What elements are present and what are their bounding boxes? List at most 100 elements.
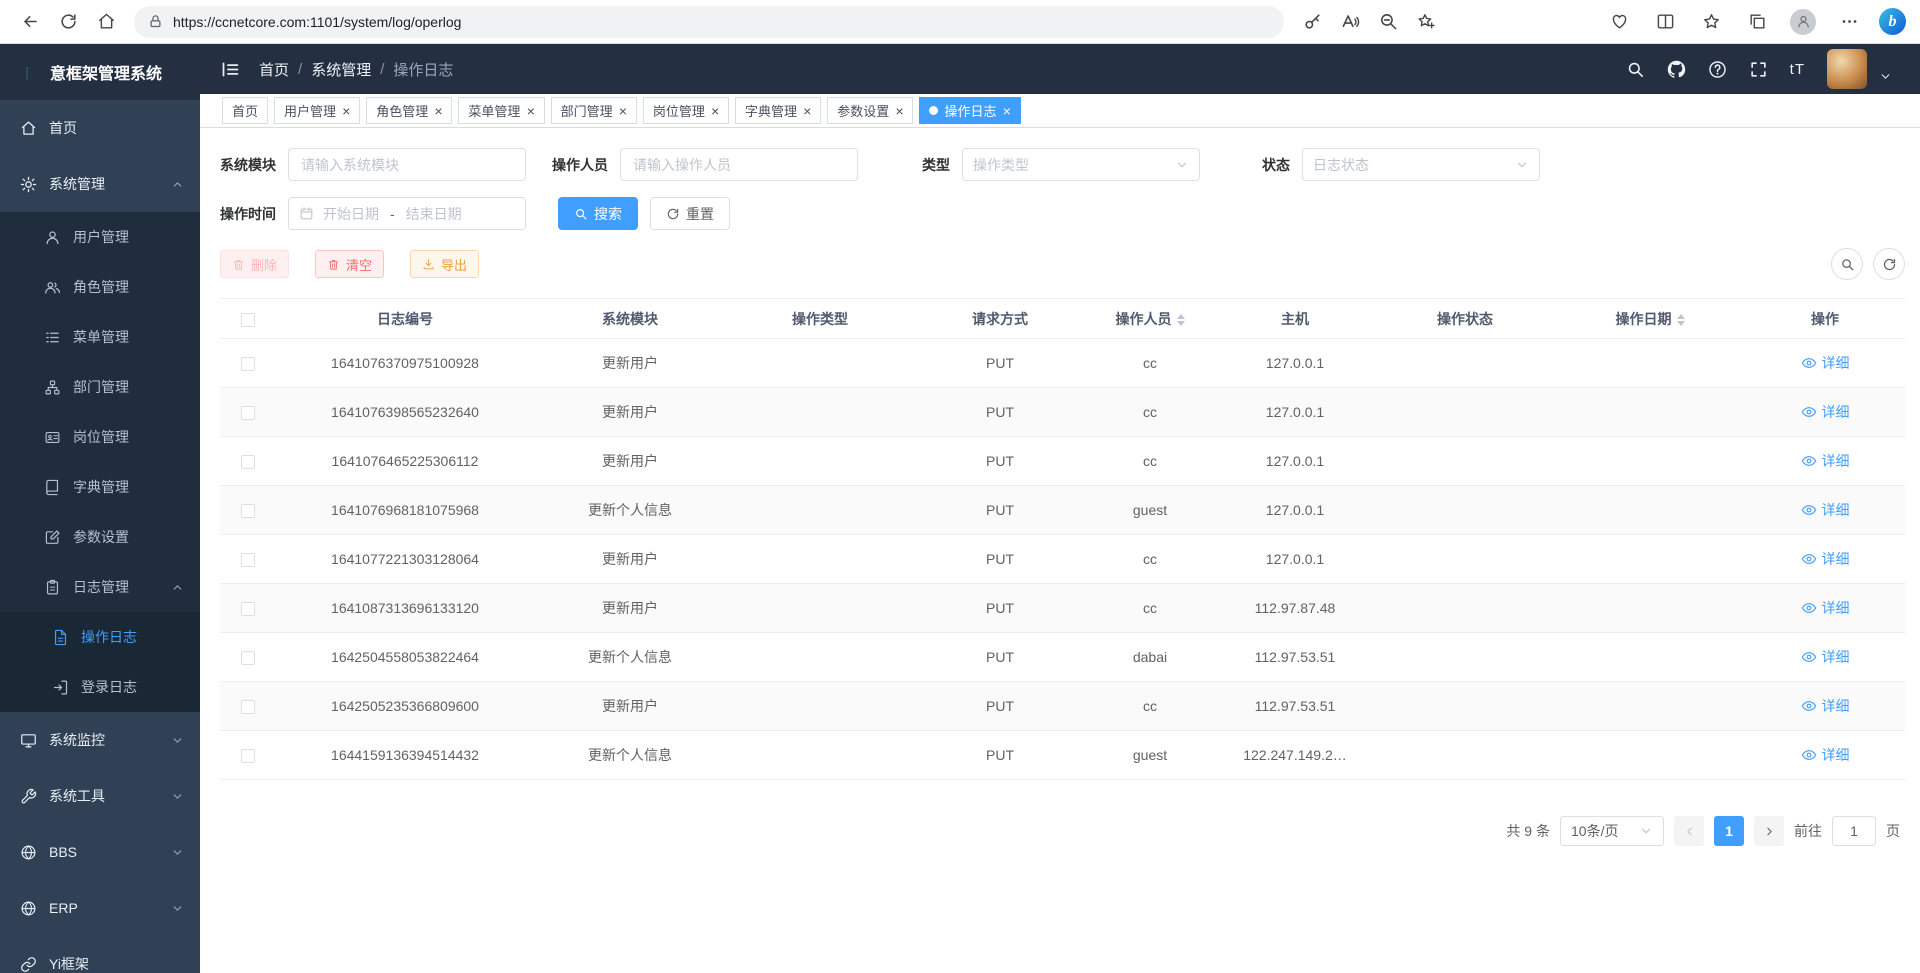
- col-date-sortable[interactable]: 操作日期: [1555, 299, 1745, 339]
- help-button[interactable]: [1708, 60, 1727, 79]
- tag-item[interactable]: 角色管理 ×: [366, 97, 452, 124]
- sidebar-item-menu-mgmt[interactable]: 菜单管理: [0, 312, 200, 362]
- detail-link[interactable]: 详细: [1801, 647, 1850, 667]
- sidebar-logo[interactable]: 意框架管理系统: [0, 44, 200, 100]
- row-checkbox[interactable]: [241, 749, 255, 763]
- tag-item[interactable]: 首页: [222, 97, 268, 124]
- detail-link[interactable]: 详细: [1801, 549, 1850, 569]
- tag-close-icon[interactable]: ×: [711, 104, 719, 118]
- detail-link[interactable]: 详细: [1801, 500, 1850, 520]
- tag-item[interactable]: 字典管理 ×: [735, 97, 821, 124]
- tag-close-icon[interactable]: ×: [619, 104, 627, 118]
- breadcrumb-system[interactable]: 系统管理: [311, 59, 371, 80]
- module-input[interactable]: [301, 157, 513, 173]
- toggle-search-button[interactable]: [1831, 248, 1863, 280]
- tag-close-icon[interactable]: ×: [1002, 104, 1010, 118]
- tag-close-icon[interactable]: ×: [434, 104, 442, 118]
- tag-item[interactable]: 参数设置 ×: [827, 97, 913, 124]
- zoom-out-button[interactable]: [1370, 4, 1406, 40]
- header-search-button[interactable]: [1626, 60, 1645, 79]
- clear-button[interactable]: 清空: [315, 250, 384, 278]
- export-button[interactable]: 导出: [410, 250, 479, 278]
- tag-item[interactable]: 岗位管理 ×: [643, 97, 729, 124]
- tag-close-icon[interactable]: ×: [526, 104, 534, 118]
- detail-link[interactable]: 详细: [1801, 402, 1850, 422]
- row-checkbox[interactable]: [241, 602, 255, 616]
- fullscreen-button[interactable]: [1749, 60, 1768, 79]
- select-all-checkbox[interactable]: [241, 313, 255, 327]
- split-screen-button[interactable]: [1649, 6, 1681, 38]
- sidebar-item-role-mgmt[interactable]: 角色管理: [0, 262, 200, 312]
- refresh-table-button[interactable]: [1873, 248, 1905, 280]
- sidebar-item-tools[interactable]: 系统工具: [0, 768, 200, 824]
- tag-close-icon[interactable]: ×: [803, 104, 811, 118]
- row-checkbox[interactable]: [241, 553, 255, 567]
- tag-close-icon[interactable]: ×: [895, 104, 903, 118]
- row-checkbox[interactable]: [241, 455, 255, 469]
- sidebar-item-dict-mgmt[interactable]: 字典管理: [0, 462, 200, 512]
- detail-link[interactable]: 详细: [1801, 451, 1850, 471]
- password-key-button[interactable]: [1294, 4, 1330, 40]
- date-range-picker[interactable]: 开始日期 - 结束日期: [288, 197, 526, 230]
- sidebar-item-loginlog[interactable]: 登录日志: [0, 662, 200, 712]
- status-select[interactable]: 日志状态: [1302, 148, 1540, 181]
- read-aloud-button[interactable]: [1332, 4, 1368, 40]
- sidebar-item-user-mgmt[interactable]: 用户管理: [0, 212, 200, 262]
- sidebar-item-config[interactable]: 参数设置: [0, 512, 200, 562]
- browser-home-button[interactable]: [88, 4, 124, 40]
- browser-back-button[interactable]: [12, 4, 48, 40]
- tag-item[interactable]: 操作日志 ×: [919, 97, 1020, 124]
- tag-item[interactable]: 部门管理 ×: [551, 97, 637, 124]
- delete-button[interactable]: 删除: [220, 250, 289, 278]
- next-page-button[interactable]: [1754, 816, 1784, 846]
- detail-link[interactable]: 详细: [1801, 598, 1850, 618]
- sidebar-item-dept-mgmt[interactable]: 部门管理: [0, 362, 200, 412]
- detail-link[interactable]: 详细: [1801, 696, 1850, 716]
- goto-page-input[interactable]: [1832, 816, 1876, 846]
- col-operator-sortable[interactable]: 操作人员: [1085, 299, 1215, 339]
- copilot-button[interactable]: b: [1879, 8, 1906, 35]
- row-checkbox[interactable]: [241, 504, 255, 518]
- sidebar-item-monitor[interactable]: 系统监控: [0, 712, 200, 768]
- sidebar-item-system[interactable]: 系统管理: [0, 156, 200, 212]
- add-favorite-button[interactable]: [1408, 4, 1444, 40]
- sidebar-item-bbs[interactable]: BBS: [0, 824, 200, 880]
- tag-close-icon[interactable]: ×: [342, 104, 350, 118]
- address-bar[interactable]: https://ccnetcore.com:1101/system/log/op…: [134, 6, 1284, 38]
- row-checkbox[interactable]: [241, 700, 255, 714]
- sidebar-item-log-mgmt[interactable]: 日志管理: [0, 562, 200, 612]
- operator-input[interactable]: [633, 157, 845, 173]
- user-avatar[interactable]: [1827, 49, 1867, 89]
- sidebar-item-yi-framework[interactable]: Yi框架: [0, 936, 200, 973]
- tag-item[interactable]: 菜单管理 ×: [458, 97, 544, 124]
- sidebar-item-operlog[interactable]: 操作日志: [0, 612, 200, 662]
- row-checkbox[interactable]: [241, 406, 255, 420]
- favorites-button[interactable]: [1695, 6, 1727, 38]
- page-number-1[interactable]: 1: [1714, 816, 1744, 846]
- collections-button[interactable]: [1741, 6, 1773, 38]
- row-checkbox[interactable]: [241, 357, 255, 371]
- url-text[interactable]: https://ccnetcore.com:1101/system/log/op…: [173, 14, 461, 30]
- prev-page-button[interactable]: [1674, 816, 1704, 846]
- browser-essentials-button[interactable]: [1603, 6, 1635, 38]
- sort-carets-icon[interactable]: [1177, 314, 1185, 326]
- sidebar-item-post-mgmt[interactable]: 岗位管理: [0, 412, 200, 462]
- browser-refresh-button[interactable]: [50, 4, 86, 40]
- sidebar-collapse-button[interactable]: [220, 59, 241, 80]
- sidebar-item-home[interactable]: 首页: [0, 100, 200, 156]
- page-size-select[interactable]: 10条/页: [1560, 816, 1664, 846]
- browser-settings-button[interactable]: [1833, 6, 1865, 38]
- reset-button[interactable]: 重置: [650, 197, 730, 230]
- browser-profile-button[interactable]: [1787, 6, 1819, 38]
- sort-carets-icon[interactable]: [1677, 314, 1685, 326]
- breadcrumb-home[interactable]: 首页: [259, 59, 289, 80]
- row-checkbox[interactable]: [241, 651, 255, 665]
- detail-link[interactable]: 详细: [1801, 353, 1850, 373]
- type-select[interactable]: 操作类型: [962, 148, 1200, 181]
- detail-link[interactable]: 详细: [1801, 745, 1850, 765]
- sidebar-item-erp[interactable]: ERP: [0, 880, 200, 936]
- avatar-caret-down-icon[interactable]: [1879, 70, 1892, 83]
- search-button[interactable]: 搜索: [558, 197, 638, 230]
- font-size-button[interactable]: tT: [1790, 61, 1805, 78]
- github-button[interactable]: [1667, 60, 1686, 79]
